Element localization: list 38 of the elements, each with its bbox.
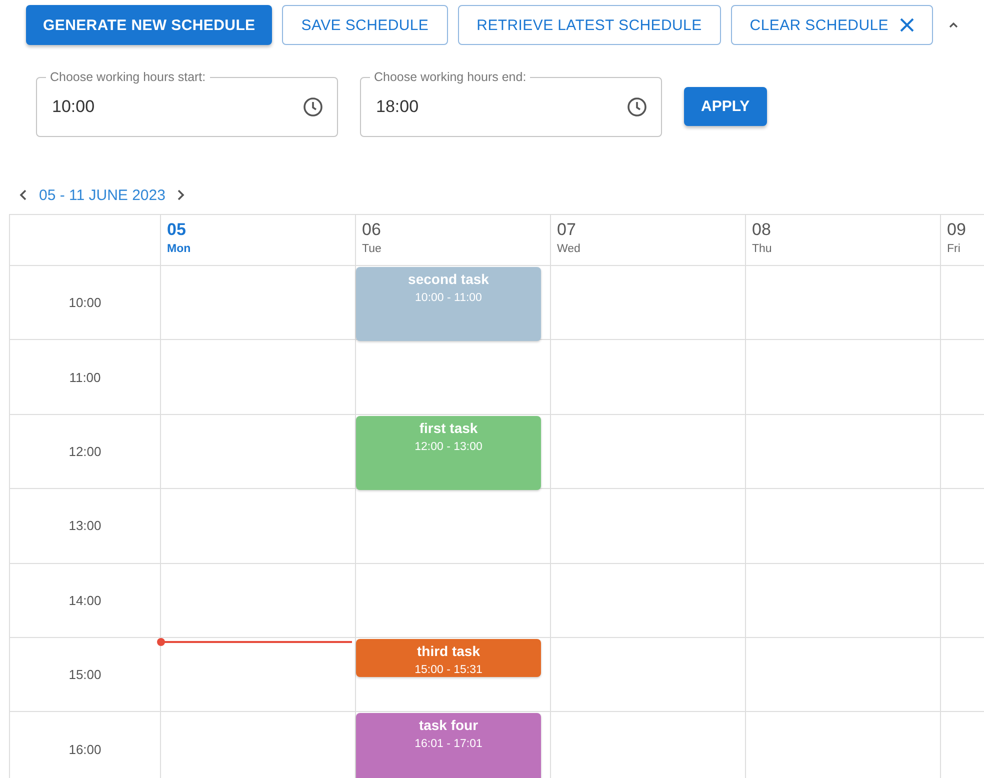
caret-up-icon[interactable] bbox=[949, 22, 958, 28]
generate-button[interactable]: GENERATE NEW SCHEDULE bbox=[26, 5, 272, 45]
event-title: second task bbox=[408, 271, 489, 287]
event-title: task four bbox=[418, 717, 478, 734]
field-label: Choose working hours end: bbox=[373, 70, 528, 84]
time-label: 14:00 bbox=[68, 592, 102, 608]
day-header[interactable]: 07 Wed bbox=[551, 215, 745, 265]
event-title: third task bbox=[416, 642, 480, 659]
event-time: 15:00 - 15:31 bbox=[414, 664, 482, 676]
event-time: 12:00 - 13:00 bbox=[414, 440, 482, 453]
chevron-left-icon[interactable] bbox=[19, 189, 27, 201]
time-field[interactable]: Choose working hours start: 10:00 bbox=[36, 70, 338, 137]
time-label: 12:00 bbox=[68, 444, 102, 459]
day-header[interactable]: 09 Fri bbox=[941, 215, 984, 265]
time-field[interactable]: Choose working hours end: 18:00 bbox=[360, 70, 662, 137]
time-label: 16:00 bbox=[68, 742, 102, 757]
event-time: 10:00 - 11:00 bbox=[415, 292, 482, 304]
clear-button[interactable]: CLEAR SCHEDULE bbox=[730, 5, 934, 45]
time-label: 11:00 bbox=[69, 370, 101, 385]
day-header[interactable]: 06 Tue bbox=[356, 215, 550, 265]
chevron-right-icon[interactable] bbox=[177, 189, 186, 201]
date-range: 05 - 11 JUNE 2023 bbox=[39, 186, 166, 204]
event-card[interactable]: third task 15:00 - 15:31 bbox=[356, 638, 541, 677]
time-label: 15:00 bbox=[68, 667, 102, 682]
field-label: Choose working hours start: bbox=[49, 70, 207, 84]
event-title: first task bbox=[419, 420, 478, 436]
time-label: 10:00 bbox=[68, 295, 102, 310]
close-icon bbox=[900, 18, 914, 32]
schedule-button[interactable]: RETRIEVE LATEST SCHEDULE bbox=[458, 5, 721, 45]
day-header[interactable]: 08 Thu bbox=[746, 215, 940, 265]
day-header[interactable]: 05 Mon bbox=[161, 215, 355, 265]
time-label: 13:00 bbox=[68, 518, 102, 534]
event-time: 16:01 - 17:01 bbox=[414, 738, 482, 750]
clock-icon[interactable] bbox=[303, 97, 323, 117]
event-card[interactable]: task four 16:01 - 17:01 bbox=[356, 713, 541, 778]
schedule-button[interactable]: SAVE SCHEDULE bbox=[282, 5, 448, 45]
clock-icon[interactable] bbox=[627, 97, 647, 117]
apply-button[interactable]: APPLY bbox=[684, 87, 767, 126]
